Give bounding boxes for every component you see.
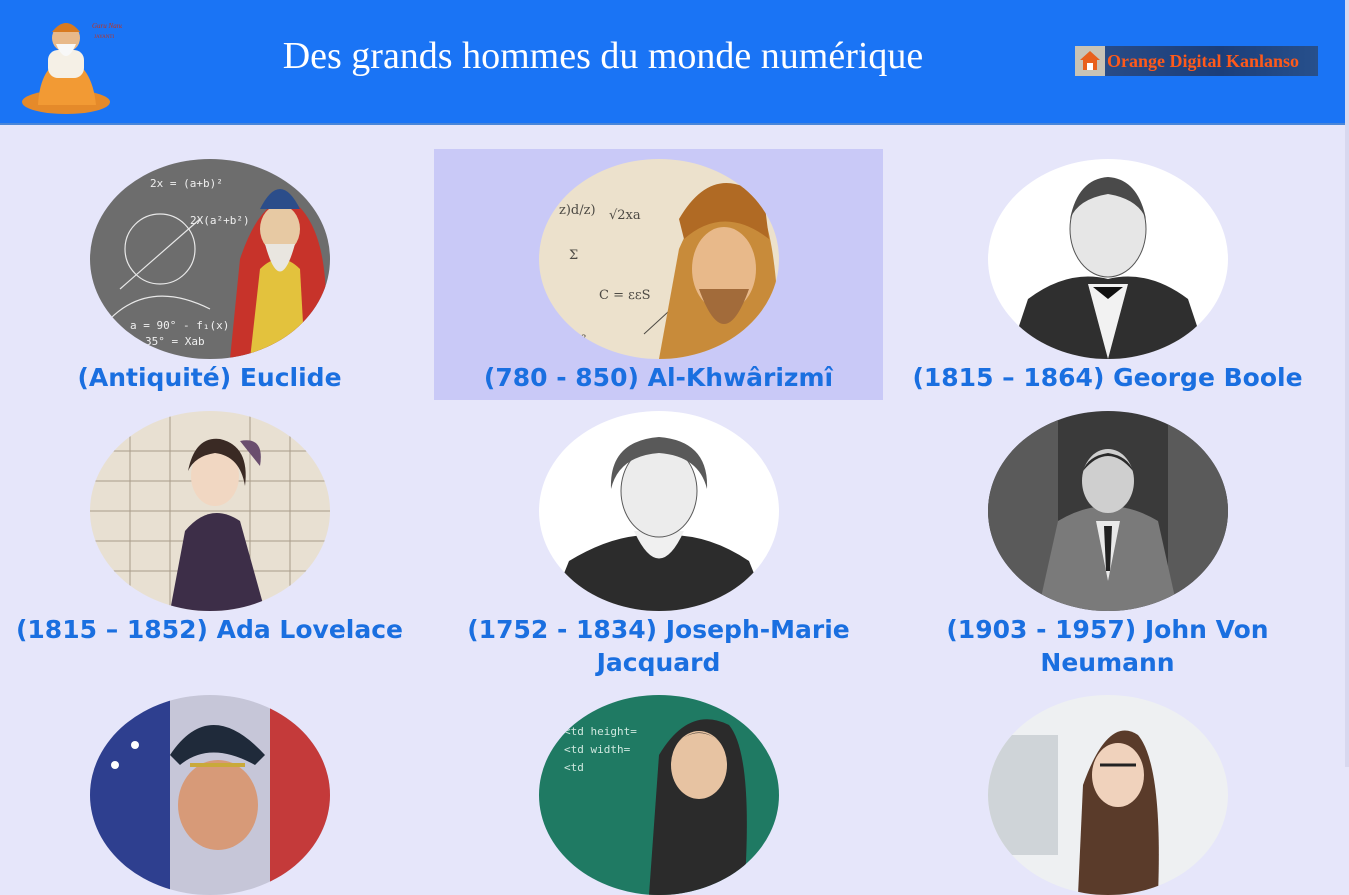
orange-digital-logo-icon: [1075, 46, 1105, 76]
person-card-navy-officer[interactable]: [0, 685, 434, 895]
person-name-von-neumann[interactable]: (1903 - 1957) John Von Neumann: [883, 613, 1332, 679]
svg-text:z)d/z): z)d/z): [559, 203, 596, 218]
person-card-al-khwarizmi[interactable]: z)d/z) √2xa Σ C = εεS mC² (780 - 850) Al…: [434, 149, 883, 400]
svg-text:√2xa: √2xa: [609, 208, 641, 223]
person-name-al-khwarizmi[interactable]: (780 - 850) Al-Khwârizmî: [434, 361, 883, 394]
site-header: Guru Nanak JAYANTI Des grands hommes du …: [0, 0, 1349, 125]
svg-text:Σ: Σ: [569, 248, 578, 263]
people-grid: 2x = (a+b)² 2X(a²+b²) a = 90° - f₁(x) 35…: [0, 125, 1349, 895]
person-card-george-boole[interactable]: (1815 – 1864) George Boole: [883, 149, 1332, 399]
person-card-jacquard[interactable]: (1752 - 1834) Joseph-Marie Jacquard: [434, 401, 883, 686]
jacquard-portrait-icon: [539, 411, 779, 611]
page-title: Des grands hommes du monde numérique: [282, 35, 924, 77]
person-name-george-boole[interactable]: (1815 – 1864) George Boole: [883, 361, 1332, 394]
svg-text:2X(a²+b²): 2X(a²+b²): [190, 214, 250, 227]
al-khwarizmi-portrait-icon: z)d/z) √2xa Σ C = εεS mC²: [539, 159, 779, 359]
svg-text:mC²: mC²: [559, 333, 587, 348]
brand-label: Orange Digital Kanlanso: [1107, 50, 1300, 71]
ada-lovelace-portrait-icon: [90, 411, 330, 611]
html-man-portrait-icon: <td height= <td width= <td: [539, 695, 779, 895]
scrollbar[interactable]: [1345, 0, 1349, 767]
person-card-html-man[interactable]: <td height= <td width= <td: [434, 685, 883, 895]
person-card-woman-computer[interactable]: [883, 685, 1332, 895]
woman-computer-portrait-icon: [988, 695, 1228, 895]
navy-officer-portrait-icon: [90, 695, 330, 895]
person-card-euclide[interactable]: 2x = (a+b)² 2X(a²+b²) a = 90° - f₁(x) 35…: [0, 149, 434, 399]
von-neumann-portrait-icon: [988, 411, 1228, 611]
brand-banner[interactable]: Orange Digital Kanlanso: [1075, 46, 1318, 76]
person-name-euclide[interactable]: (Antiquité) Euclide: [0, 361, 434, 394]
svg-text:<td: <td: [564, 761, 584, 774]
euclide-portrait-icon: 2x = (a+b)² 2X(a²+b²) a = 90° - f₁(x) 35…: [90, 159, 330, 359]
svg-text:C = εεS: C = εεS: [599, 288, 650, 303]
svg-text:2x = (a+b)²: 2x = (a+b)²: [150, 177, 223, 190]
svg-text:Guru Nanak: Guru Nanak: [92, 22, 122, 30]
svg-text:a = 90° - f₁(x): a = 90° - f₁(x): [130, 319, 229, 332]
svg-text:<td height=: <td height=: [564, 725, 637, 738]
svg-text:35° = Xab: 35° = Xab: [145, 335, 205, 348]
george-boole-portrait-icon: [988, 159, 1228, 359]
person-name-ada-lovelace[interactable]: (1815 – 1852) Ada Lovelace: [0, 613, 434, 646]
person-card-ada-lovelace[interactable]: (1815 – 1852) Ada Lovelace: [0, 401, 434, 686]
person-name-jacquard[interactable]: (1752 - 1834) Joseph-Marie Jacquard: [434, 613, 883, 679]
svg-text:<td width=: <td width=: [564, 743, 631, 756]
person-card-von-neumann[interactable]: (1903 - 1957) John Von Neumann: [883, 401, 1332, 686]
